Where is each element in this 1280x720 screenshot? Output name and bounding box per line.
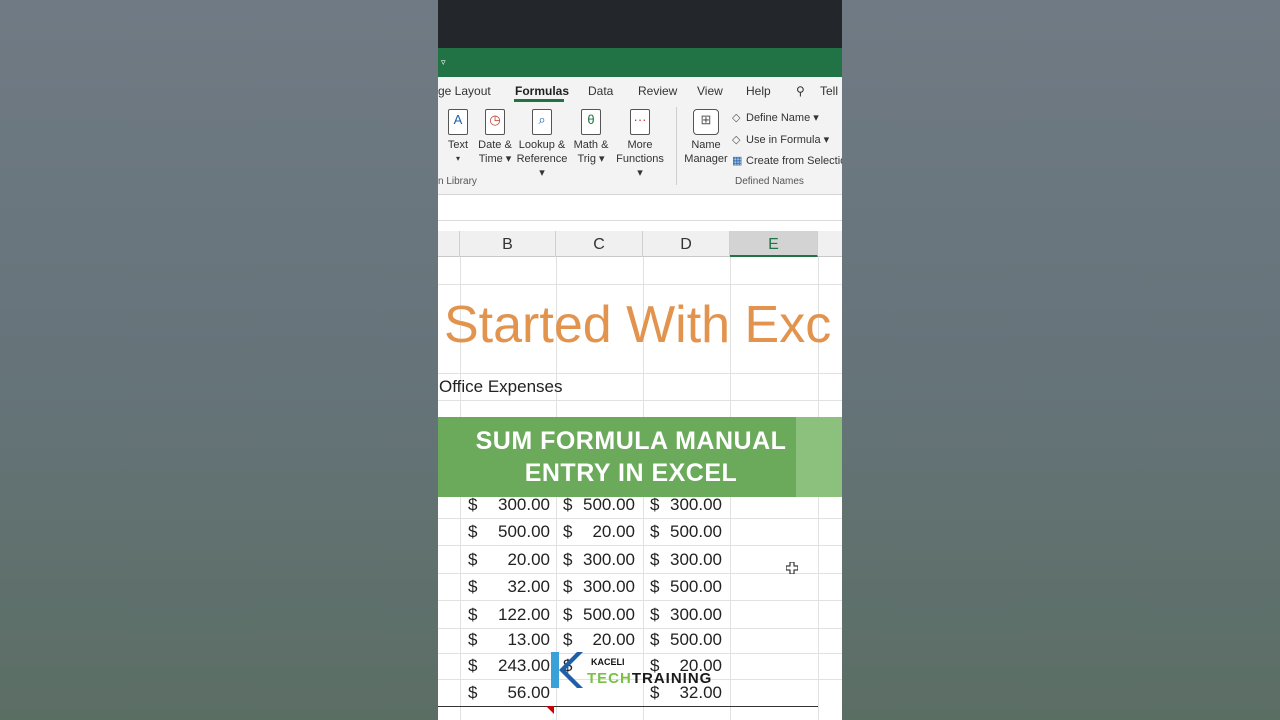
column-header-row: B C D E (438, 231, 842, 257)
gridline (438, 373, 842, 374)
excel-title-bar: ▿ (438, 48, 842, 77)
gridline (438, 600, 842, 601)
gridline (438, 518, 842, 519)
gridline (438, 400, 842, 401)
tab-review[interactable]: Review (638, 84, 677, 98)
sheet-subtitle: Office Expenses (439, 377, 563, 396)
lookup-reference-functions-button[interactable]: ⌕ Lookup & Reference ▾ (516, 109, 568, 180)
sheet-title: Started With Exc (444, 296, 832, 354)
date-time-functions-button[interactable]: ◷ Date & Time ▾ (476, 109, 514, 166)
ribbon-group-separator (676, 107, 677, 185)
tab-page-layout[interactable]: ge Layout (438, 84, 491, 98)
column-header-e[interactable]: E (730, 231, 818, 257)
tell-me-label[interactable]: Tell (820, 84, 838, 98)
tab-view[interactable]: View (697, 84, 723, 98)
text-function-icon: A (448, 109, 468, 135)
formula-bar[interactable] (438, 195, 842, 221)
banner-text: SUM FORMULA MANUAL ENTRY IN EXCEL (475, 427, 787, 487)
column-header-c[interactable]: C (556, 231, 643, 257)
quick-access-chevron-icon[interactable]: ▿ (441, 57, 446, 68)
comment-indicator (546, 706, 554, 714)
gridline (438, 545, 842, 546)
column-header-b[interactable]: B (460, 231, 556, 257)
name-manager-button[interactable]: ⊞ Name Manager (683, 109, 729, 166)
group-label-function-library: n Library (438, 176, 477, 187)
name-tag-icon: ⊞ (693, 109, 719, 135)
tab-data[interactable]: Data (588, 84, 613, 98)
define-name-button[interactable]: ◇ Define Name ▾ (732, 111, 819, 124)
ribbon: ge Layout Formulas Data Review View Help… (438, 77, 842, 195)
column-header-d[interactable]: D (643, 231, 730, 257)
tab-formulas[interactable]: Formulas (515, 84, 569, 98)
gridline (438, 284, 842, 285)
logo-wordmark: TECHTRAINING (587, 670, 713, 687)
gridline (438, 628, 842, 629)
create-from-selection-button[interactable]: ▦ Create from Selectio (732, 154, 842, 167)
more-functions-button[interactable]: ··· More Functions ▾ (612, 109, 668, 180)
theta-icon: θ (581, 109, 601, 135)
text-functions-button[interactable]: A Text ▾ (446, 109, 470, 166)
excel-window: ▿ ge Layout Formulas Data Review View He… (438, 0, 842, 720)
grid-icon: ▦ (732, 155, 743, 167)
active-tab-indicator (514, 99, 564, 102)
kaceli-logo: KACELI TECHTRAINING (551, 652, 721, 690)
k-logo-icon (551, 652, 583, 688)
magnifier-icon: ⌕ (532, 109, 552, 135)
title-banner: SUM FORMULA MANUAL ENTRY IN EXCEL (438, 417, 842, 497)
column-header-a[interactable] (438, 231, 460, 257)
group-label-defined-names: Defined Names (735, 176, 804, 187)
more-functions-icon: ··· (630, 109, 650, 135)
cell-cursor-icon (786, 562, 798, 574)
tab-help[interactable]: Help (746, 84, 771, 98)
formula-tag-icon: ◇ (732, 134, 741, 146)
video-top-bar (438, 0, 842, 48)
clock-icon: ◷ (485, 109, 505, 135)
tag-icon: ◇ (732, 112, 741, 124)
gridline (438, 573, 842, 574)
use-in-formula-button[interactable]: ◇ Use in Formula ▾ (732, 133, 829, 146)
search-icon[interactable]: ⚲ (796, 84, 805, 98)
math-trig-functions-button[interactable]: θ Math & Trig ▾ (572, 109, 610, 166)
table-bottom-border (438, 706, 818, 707)
